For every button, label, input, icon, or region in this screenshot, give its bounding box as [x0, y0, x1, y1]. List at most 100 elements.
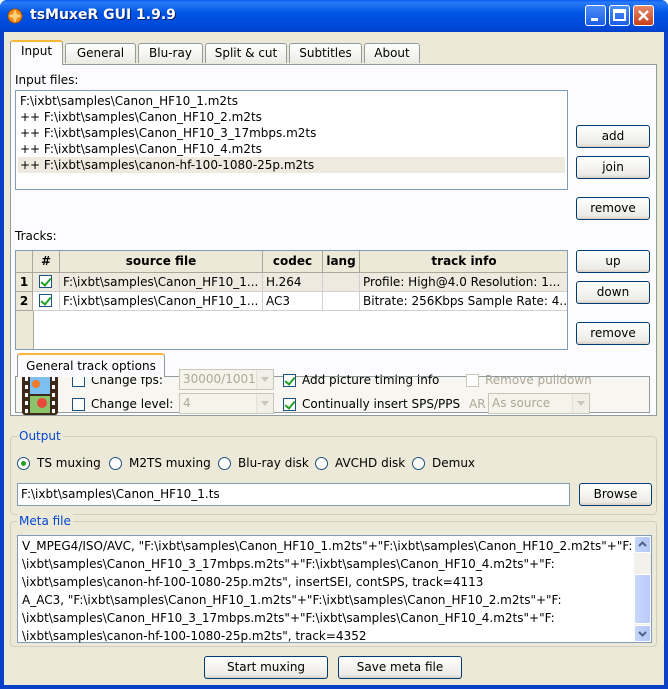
grid-corner	[16, 251, 33, 273]
radio-demux[interactable]	[412, 457, 425, 470]
add-button[interactable]: add	[576, 125, 650, 148]
remove-pulldown-label: Remove pulldown	[485, 373, 592, 387]
tab-input[interactable]: Input	[10, 40, 63, 65]
table-cell[interactable]: H.264	[263, 273, 323, 292]
ar-select[interactable]: As source	[488, 393, 590, 414]
radio-avchd-disk[interactable]	[315, 457, 328, 470]
radio-m2ts-muxing[interactable]	[109, 457, 122, 470]
change-level-label: Change level:	[91, 397, 174, 411]
table-cell[interactable]	[33, 292, 60, 311]
level-value: 4	[183, 396, 191, 410]
insert-sps-checkbox[interactable]	[283, 398, 296, 411]
table-cell[interactable]	[323, 292, 360, 311]
chevron-up-icon	[638, 541, 647, 547]
maximize-icon	[613, 9, 626, 21]
title-bar[interactable]: tsMuxeR GUI 1.9.9	[0, 0, 668, 32]
scroll-up-button[interactable]	[634, 536, 651, 553]
table-cell[interactable]	[33, 273, 60, 292]
tab-general[interactable]: General	[65, 43, 136, 63]
level-select[interactable]: 4	[179, 393, 274, 414]
browse-button[interactable]: Browse	[579, 483, 652, 506]
track-enable-checkbox[interactable]	[39, 294, 52, 307]
radio-avchd-disk-label[interactable]: AVCHD disk	[335, 456, 405, 470]
output-legend: Output	[17, 429, 63, 443]
table-cell[interactable]: F:\ixbt\samples\Canon_HF10_1...	[60, 292, 263, 311]
table-cell[interactable]: F:\ixbt\samples\Canon_HF10_1...	[60, 273, 263, 292]
output-group: Output TS muxing M2TS muxing Blu-ray dis…	[10, 429, 657, 515]
meta-file-legend: Meta file	[17, 514, 73, 528]
meta-file-group: Meta file V_MPEG4/ISO/AVC, "F:\ixbt\samp…	[10, 514, 657, 647]
fps-value: 30000/1001	[183, 372, 256, 386]
change-level-checkbox[interactable]	[72, 398, 85, 411]
window-client: Input General Blu-ray Split & cut Subtit…	[4, 32, 664, 685]
chevron-down-icon	[256, 370, 273, 389]
meta-scrollbar[interactable]	[634, 536, 651, 642]
fps-select[interactable]: 30000/1001	[179, 369, 274, 390]
down-button[interactable]: down	[576, 281, 650, 304]
radio-ts-muxing[interactable]	[17, 457, 30, 470]
tab-split-cut[interactable]: Split & cut	[205, 43, 287, 63]
insert-sps-label: Continually insert SPS/PPS	[302, 397, 461, 411]
tab-about[interactable]: About	[364, 43, 420, 63]
col-header-track-info[interactable]: track info	[360, 251, 567, 273]
ar-label: AR	[469, 397, 486, 411]
radio-ts-muxing-label[interactable]: TS muxing	[37, 456, 101, 470]
scroll-thumb[interactable]	[634, 574, 651, 624]
row-header: 1	[16, 273, 33, 292]
film-reel-icon	[22, 375, 58, 415]
ar-value: As source	[492, 396, 551, 410]
row-header: 2	[16, 292, 33, 311]
remove-track-button[interactable]: remove	[576, 322, 650, 345]
add-timing-checkbox[interactable]	[283, 374, 296, 387]
minimize-icon	[591, 18, 598, 21]
radio-m2ts-muxing-label[interactable]: M2TS muxing	[129, 456, 211, 470]
list-item[interactable]: ++ F:\ixbt\samples\Canon_HF10_2.m2ts	[20, 109, 262, 125]
maximize-button[interactable]	[609, 5, 630, 26]
col-header-num[interactable]: #	[33, 251, 60, 273]
tab-subtitles[interactable]: Subtitles	[289, 43, 362, 63]
track-enable-checkbox[interactable]	[39, 275, 52, 288]
tracks-grid[interactable]: # source file codec lang track info 1 F:…	[15, 250, 568, 350]
col-header-codec[interactable]: codec	[263, 251, 323, 273]
minimize-button[interactable]	[585, 5, 606, 26]
list-item-selected[interactable]: ++ F:\ixbt\samples\canon-hf-100-1080-25p…	[18, 157, 565, 173]
tracks-label: Tracks:	[15, 229, 57, 243]
app-window: tsMuxeR GUI 1.9.9 Input General Blu-ray …	[0, 0, 668, 689]
input-tab-panel: Input files: F:\ixbt\samples\Canon_HF10_…	[10, 64, 657, 416]
scroll-down-button[interactable]	[634, 625, 651, 642]
table-cell[interactable]	[323, 273, 360, 292]
start-muxing-button[interactable]: Start muxing	[204, 656, 328, 679]
meta-line: A_AC3, "F:\ixbt\samples\Canon_HF10_1.m2t…	[22, 593, 562, 607]
close-button[interactable]	[633, 5, 654, 26]
tab-bluray[interactable]: Blu-ray	[138, 43, 203, 63]
list-item[interactable]: ++ F:\ixbt\samples\Canon_HF10_3_17mbps.m…	[20, 125, 316, 141]
radio-bluray-disk-label[interactable]: Blu-ray disk	[238, 456, 309, 470]
input-files-list[interactable]: F:\ixbt\samples\Canon_HF10_1.m2ts ++ F:\…	[15, 90, 568, 190]
list-item[interactable]: F:\ixbt\samples\Canon_HF10_1.m2ts	[20, 93, 238, 109]
meta-file-textarea[interactable]: V_MPEG4/ISO/AVC, "F:\ixbt\samples\Canon_…	[17, 535, 652, 643]
radio-demux-label[interactable]: Demux	[432, 456, 475, 470]
col-header-lang[interactable]: lang	[323, 251, 360, 273]
add-timing-label: Add picture timing info	[302, 373, 440, 387]
close-icon	[638, 10, 649, 21]
output-path-input[interactable]: F:\ixbt\samples\Canon_HF10_1.ts	[17, 483, 570, 506]
remove-file-button[interactable]: remove	[576, 197, 650, 220]
tab-general-track-options[interactable]: General track options	[17, 353, 165, 377]
meta-line: \ixbt\samples\Canon_HF10_3_17mbps.m2ts"+…	[22, 611, 555, 625]
list-item[interactable]: ++ F:\ixbt\samples\Canon_HF10_4.m2ts	[20, 141, 262, 157]
table-cell[interactable]: AC3	[263, 292, 323, 311]
save-meta-file-button[interactable]: Save meta file	[338, 656, 462, 679]
row-header-filler	[16, 311, 34, 349]
window-title: tsMuxeR GUI 1.9.9	[30, 7, 176, 23]
app-icon	[7, 8, 23, 24]
join-button[interactable]: join	[576, 156, 650, 179]
meta-line: V_MPEG4/ISO/AVC, "F:\ixbt\samples\Canon_…	[22, 539, 633, 553]
radio-bluray-disk[interactable]	[218, 457, 231, 470]
table-cell[interactable]: Profile: High@4.0 Resolution: 1...	[360, 273, 567, 292]
chevron-down-icon	[638, 631, 647, 637]
chevron-down-icon	[256, 394, 273, 413]
up-button[interactable]: up	[576, 250, 650, 273]
remove-pulldown-checkbox[interactable]	[466, 374, 479, 387]
col-header-source[interactable]: source file	[60, 251, 263, 273]
table-cell[interactable]: Bitrate: 256Kbps Sample Rate: 4...	[360, 292, 567, 311]
